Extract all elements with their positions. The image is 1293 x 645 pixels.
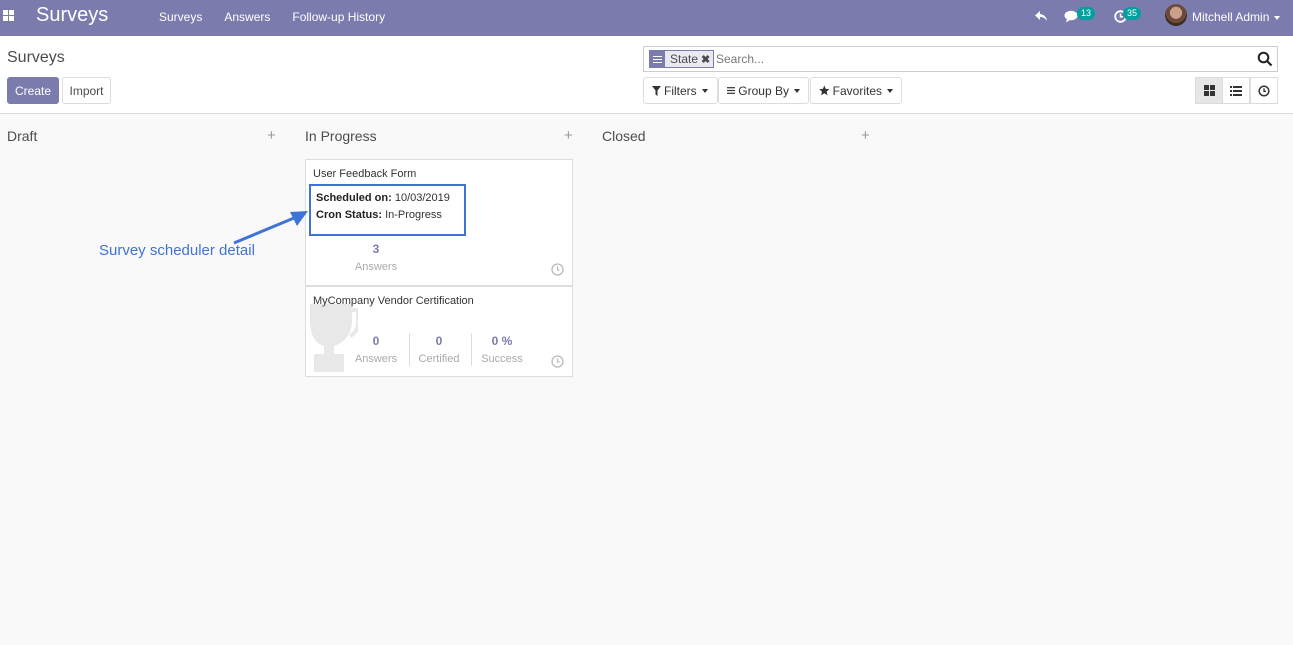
search-input[interactable] [716, 50, 1236, 68]
add-column-in-progress-icon[interactable]: + [564, 127, 573, 144]
kanban-card-user-feedback[interactable]: User Feedback Form Scheduled on: 10/03/2… [305, 159, 573, 286]
menu-item-answers[interactable]: Answers [224, 10, 270, 24]
top-navbar: Surveys Surveys Answers Follow-up Histor… [0, 0, 1293, 36]
user-avatar[interactable] [1165, 4, 1187, 26]
activity-view-button[interactable] [1250, 77, 1278, 104]
cron-status-label: Cron Status: [316, 209, 382, 221]
chevron-down-icon [1274, 15, 1281, 20]
filters-dropdown[interactable]: Filters [643, 77, 718, 104]
group-by-dropdown[interactable]: Group By [718, 77, 809, 104]
star-icon [819, 85, 830, 96]
certified-count: 0 [435, 334, 443, 348]
scheduled-on-label: Scheduled on: [316, 192, 392, 204]
search-facet-state: State ✖ [649, 50, 715, 68]
certified-stat[interactable]: 0 Certified [409, 334, 469, 365]
facet-label: State [670, 52, 699, 66]
kanban-icon [1203, 85, 1215, 96]
list-icon [727, 87, 736, 94]
activities-badge: 35 [1123, 7, 1142, 20]
cron-status-value: In-Progress [385, 209, 442, 221]
favorites-label: Favorites [832, 83, 882, 98]
card-title: MyCompany Vendor Certification [313, 295, 474, 307]
activity-clock-icon[interactable] [551, 263, 564, 276]
answers-count: 3 [372, 242, 380, 256]
column-header-closed: Closed [602, 128, 646, 144]
control-panel: Surveys Create Import State ✖ Filters Gr… [0, 36, 1293, 114]
chevron-down-icon [701, 88, 708, 93]
success-label: Success [481, 353, 523, 365]
answers-stat[interactable]: 3 Answers [346, 242, 406, 273]
close-icon[interactable]: ✖ [701, 53, 713, 66]
favorites-dropdown[interactable]: Favorites [810, 77, 902, 104]
search-bar: State ✖ [643, 46, 1278, 72]
user-name: Mitchell Admin [1192, 10, 1270, 24]
scheduled-on-line: Scheduled on: 10/03/2019 [316, 192, 450, 204]
breadcrumb: Surveys [7, 49, 65, 66]
column-header-in-progress: In Progress [305, 128, 377, 144]
activity-clock-icon[interactable] [551, 355, 564, 368]
messages-badge: 13 [1077, 7, 1096, 20]
clock-icon [1258, 84, 1270, 97]
answers-count: 0 [372, 334, 380, 348]
scheduled-on-value: 10/03/2019 [394, 192, 450, 204]
filters-label: Filters [664, 83, 697, 98]
kanban-view-button[interactable] [1195, 77, 1223, 104]
create-button[interactable]: Create [7, 77, 59, 104]
filter-icon [652, 85, 661, 96]
answers-stat[interactable]: 0 Answers [346, 334, 406, 365]
import-button[interactable]: Import [62, 77, 111, 104]
success-stat[interactable]: 0 % Success [472, 334, 532, 365]
kanban-card-vendor-certification[interactable]: MyCompany Vendor Certification 0 Answers… [305, 286, 573, 377]
annotation-arrow-icon [233, 211, 308, 245]
menu-item-surveys[interactable]: Surveys [159, 10, 202, 24]
app-title[interactable]: Surveys [36, 4, 108, 27]
add-column-draft-icon[interactable]: + [267, 127, 276, 144]
reply-icon[interactable] [1034, 9, 1048, 23]
success-rate: 0 % [491, 334, 513, 348]
list-icon [1230, 85, 1242, 96]
column-header-draft: Draft [7, 128, 38, 144]
menu-item-follow-up-history[interactable]: Follow-up History [292, 10, 385, 24]
list-view-button[interactable] [1222, 77, 1250, 104]
group-by-icon [650, 51, 665, 67]
answers-label: Answers [354, 261, 398, 273]
add-column-closed-icon[interactable]: + [861, 127, 870, 144]
answers-label: Answers [354, 353, 398, 365]
certified-label: Certified [418, 353, 460, 365]
card-title: User Feedback Form [313, 168, 417, 180]
main-menu: Surveys Answers Follow-up History [159, 10, 407, 24]
group-by-label: Group By [738, 83, 789, 98]
user-menu[interactable]: Mitchell Admin [1192, 10, 1281, 24]
apps-menu-icon[interactable] [3, 10, 14, 21]
scheduler-detail-highlight: Scheduled on: 10/03/2019 Cron Status: In… [309, 184, 466, 236]
chevron-down-icon [794, 88, 800, 93]
search-icon[interactable] [1257, 51, 1273, 67]
chevron-down-icon [887, 88, 893, 93]
cron-status-line: Cron Status: In-Progress [316, 209, 442, 221]
